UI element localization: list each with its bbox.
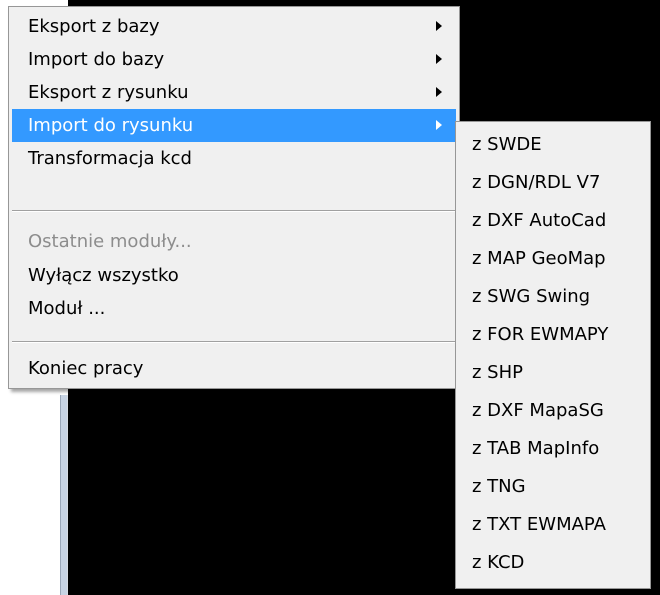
menu-item-wylacz-wszystko[interactable]: Wyłącz wszystko (12, 259, 456, 292)
menu-item-label: z SWDE (472, 134, 542, 155)
menu-item-label: z DXF AutoCad (472, 210, 607, 231)
menu-item-eksport-z-rysunku[interactable]: Eksport z rysunku (12, 76, 456, 109)
menu-item-label: z TAB MapInfo (472, 438, 600, 459)
submenu-item-z-dxf-autocad[interactable]: z DXF AutoCad (459, 204, 647, 237)
submenu-item-z-map-geomap[interactable]: z MAP GeoMap (459, 242, 647, 275)
submenu-item-z-dxf-mapasg[interactable]: z DXF MapaSG (459, 394, 647, 427)
menu-separator (12, 341, 456, 343)
submenu-item-z-tab-mapinfo[interactable]: z TAB MapInfo (459, 432, 647, 465)
menu-item-label: z KCD (472, 552, 525, 573)
submenu-arrow-icon (436, 54, 442, 64)
menu-item-label: z SHP (472, 362, 523, 383)
menu-item-ostatnie-moduly: Ostatnie moduły... (12, 225, 456, 258)
menu-item-label: z FOR EWMAPY (472, 324, 609, 345)
menu-item-label: Eksport z bazy (28, 16, 160, 37)
menu-item-label: Koniec pracy (28, 358, 144, 379)
submenu-item-z-for-ewmapy[interactable]: z FOR EWMAPY (459, 318, 647, 351)
submenu-item-z-tng[interactable]: z TNG (459, 470, 647, 503)
context-menu: Eksport z bazy Import do bazy Eksport z … (8, 6, 460, 389)
menu-separator (12, 210, 456, 212)
menu-item-label: z DXF MapaSG (472, 400, 604, 421)
menu-item-label: Import do bazy (28, 49, 165, 70)
menu-item-label: Import do rysunku (28, 115, 194, 136)
submenu-item-z-swg-swing[interactable]: z SWG Swing (459, 280, 647, 313)
menu-item-label: z DGN/RDL V7 (472, 172, 601, 193)
menu-item-label: Wyłącz wszystko (28, 265, 179, 286)
submenu-item-z-swde[interactable]: z SWDE (459, 128, 647, 161)
submenu-arrow-icon (436, 87, 442, 97)
menu-item-label: z MAP GeoMap (472, 248, 606, 269)
submenu-item-z-kcd[interactable]: z KCD (459, 546, 647, 579)
submenu-arrow-icon (436, 21, 442, 31)
import-do-rysunku-submenu: z SWDE z DGN/RDL V7 z DXF AutoCad z MAP … (455, 121, 651, 589)
menu-item-label: z TXT EWMAPA (472, 514, 606, 535)
menu-item-label: Moduł ... (28, 298, 106, 319)
menu-item-eksport-z-bazy[interactable]: Eksport z bazy (12, 10, 456, 43)
menu-item-label: z TNG (472, 476, 526, 497)
menu-item-import-do-rysunku[interactable]: Import do rysunku (12, 109, 456, 142)
menu-item-transformacja-kcd[interactable]: Transformacja kcd (12, 142, 456, 175)
menu-item-label: Ostatnie moduły... (28, 231, 192, 252)
menu-item-import-do-bazy[interactable]: Import do bazy (12, 43, 456, 76)
submenu-item-z-shp[interactable]: z SHP (459, 356, 647, 389)
submenu-arrow-icon (436, 120, 442, 130)
menu-item-label: z SWG Swing (472, 286, 591, 307)
menu-item-label: Eksport z rysunku (28, 82, 189, 103)
submenu-item-z-dgn-rdl-v7[interactable]: z DGN/RDL V7 (459, 166, 647, 199)
menu-item-label: Transformacja kcd (28, 148, 192, 169)
submenu-item-z-txt-ewmapa[interactable]: z TXT EWMAPA (459, 508, 647, 541)
canvas-left-border (60, 395, 68, 595)
menu-item-modul[interactable]: Moduł ... (12, 292, 456, 325)
menu-item-koniec-pracy[interactable]: Koniec pracy (12, 352, 456, 385)
